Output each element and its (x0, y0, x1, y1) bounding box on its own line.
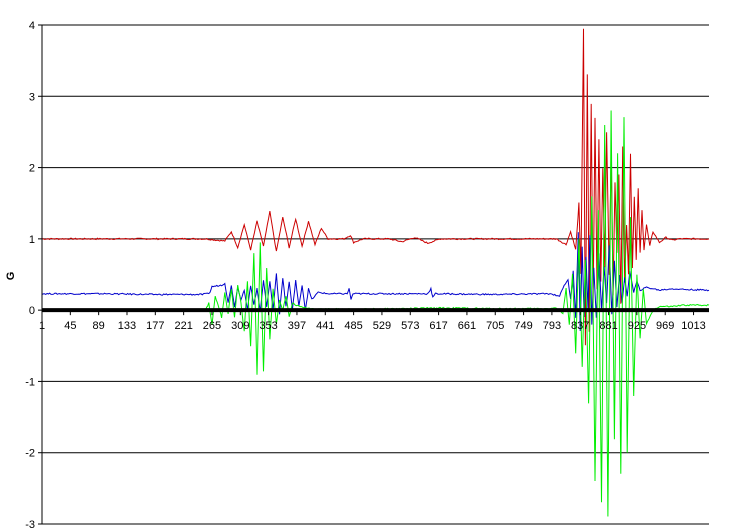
x-tick-label-11: 485 (344, 320, 362, 332)
x-tick-label-4: 177 (146, 320, 164, 332)
x-tick-label-5: 221 (174, 320, 192, 332)
x-tick-label-23: 1013 (681, 320, 705, 332)
x-tick-label-1: 45 (64, 320, 76, 332)
x-tick-label-2: 89 (93, 320, 105, 332)
y-tick-label-0: -3 (25, 519, 35, 531)
y-tick-label-1: -2 (25, 448, 35, 460)
x-tick-label-15: 661 (458, 320, 476, 332)
x-tick-label-6: 265 (203, 320, 221, 332)
x-tick-label-12: 529 (373, 320, 391, 332)
series-group (41, 28, 710, 517)
x-tick-label-13: 573 (401, 320, 419, 332)
x-tick-label-10: 441 (316, 320, 334, 332)
x-tick-label-16: 705 (486, 320, 504, 332)
series-line-0 (41, 28, 710, 346)
x-tick-label-22: 969 (656, 320, 674, 332)
series-line-1 (41, 232, 710, 332)
y-tick-label-2: -1 (25, 376, 35, 388)
y-tick-label-5: 2 (29, 163, 35, 175)
x-tick-label-8: 353 (259, 320, 277, 332)
x-tick-label-17: 749 (514, 320, 532, 332)
y-tick-label-3: 0 (29, 305, 35, 317)
x-tick-label-18: 793 (543, 320, 561, 332)
x-tick-label-7: 309 (231, 320, 249, 332)
x-tick-label-3: 133 (118, 320, 136, 332)
x-tick-label-19: 837 (571, 320, 589, 332)
x-tick-label-21: 925 (628, 320, 646, 332)
y-tick-label-6: 3 (29, 91, 35, 103)
x-tick-label-9: 397 (288, 320, 306, 332)
x-tick-labels: 1 45 89 133 177 221 265 309 353 397 441 485 529 573 61… (39, 320, 706, 332)
x-tick-label-14: 617 (429, 320, 447, 332)
y-tick-label-7: 4 (29, 20, 35, 32)
x-tick-label-0: 1 (39, 320, 45, 332)
line-chart: -3-2-101234 1 45 89 133 177 221 265 309 353 397 44… (5, 20, 710, 531)
y-axis-label: G (5, 272, 17, 281)
y-tick-labels: -3 -2 -1 0 1 2 3 4 (25, 20, 35, 531)
y-tick-label-4: 1 (29, 234, 35, 246)
x-tick-label-20: 881 (599, 320, 617, 332)
